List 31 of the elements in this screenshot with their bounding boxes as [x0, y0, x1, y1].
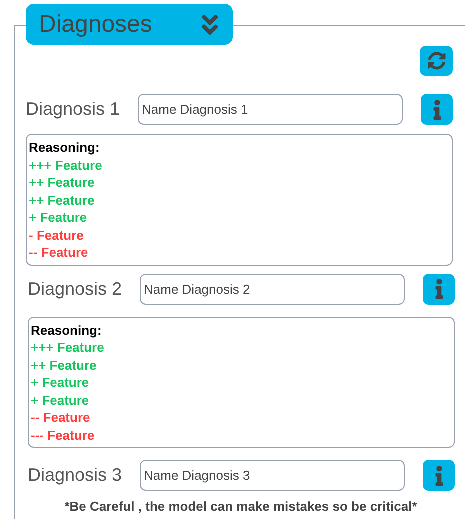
feature-text: +++ Feature: [29, 156, 104, 174]
feature-text: -- Feature: [31, 409, 92, 426]
reasoning-title: Reasoning:: [31, 322, 103, 339]
refresh-icon: [428, 52, 446, 70]
info-button[interactable]: [421, 94, 453, 125]
diagnosis-name-field[interactable]: Name Diagnosis 3: [140, 460, 405, 491]
info-button[interactable]: [423, 274, 455, 304]
feature-text: -- Feature: [29, 244, 90, 262]
warning-text: *Be Careful , the model can make mistakes so be critical*: [64, 498, 418, 516]
feature-text: ++ Feature: [29, 192, 96, 209]
diagnosis-label: Diagnosis 3: [28, 464, 124, 487]
refresh-button[interactable]: [420, 46, 453, 76]
diagnosis-label: Diagnosis 2: [28, 278, 124, 301]
info-icon: [434, 466, 444, 486]
feature-text: + Feature: [29, 209, 88, 226]
feature-text: - Feature: [29, 226, 85, 244]
feature-text: ++ Feature: [29, 174, 96, 192]
info-icon: [434, 279, 444, 299]
section-title: Diagnoses: [39, 10, 152, 40]
info-button[interactable]: [423, 460, 455, 491]
feature-text: + Feature: [31, 392, 90, 409]
feature-text: + Feature: [31, 374, 90, 392]
diagnosis-name-field[interactable]: Name Diagnosis 1: [138, 94, 403, 125]
feature-text: ++ Feature: [31, 356, 98, 374]
feature-text: --- Feature: [31, 426, 96, 444]
feature-text: +++ Feature: [31, 339, 106, 356]
reasoning-title: Reasoning:: [29, 139, 101, 156]
info-icon: [432, 100, 442, 120]
section-header[interactable]: Diagnoses: [26, 4, 233, 45]
diagnosis-label: Diagnosis 1: [26, 98, 122, 121]
diagnosis-name-field[interactable]: Name Diagnosis 2: [140, 274, 405, 304]
